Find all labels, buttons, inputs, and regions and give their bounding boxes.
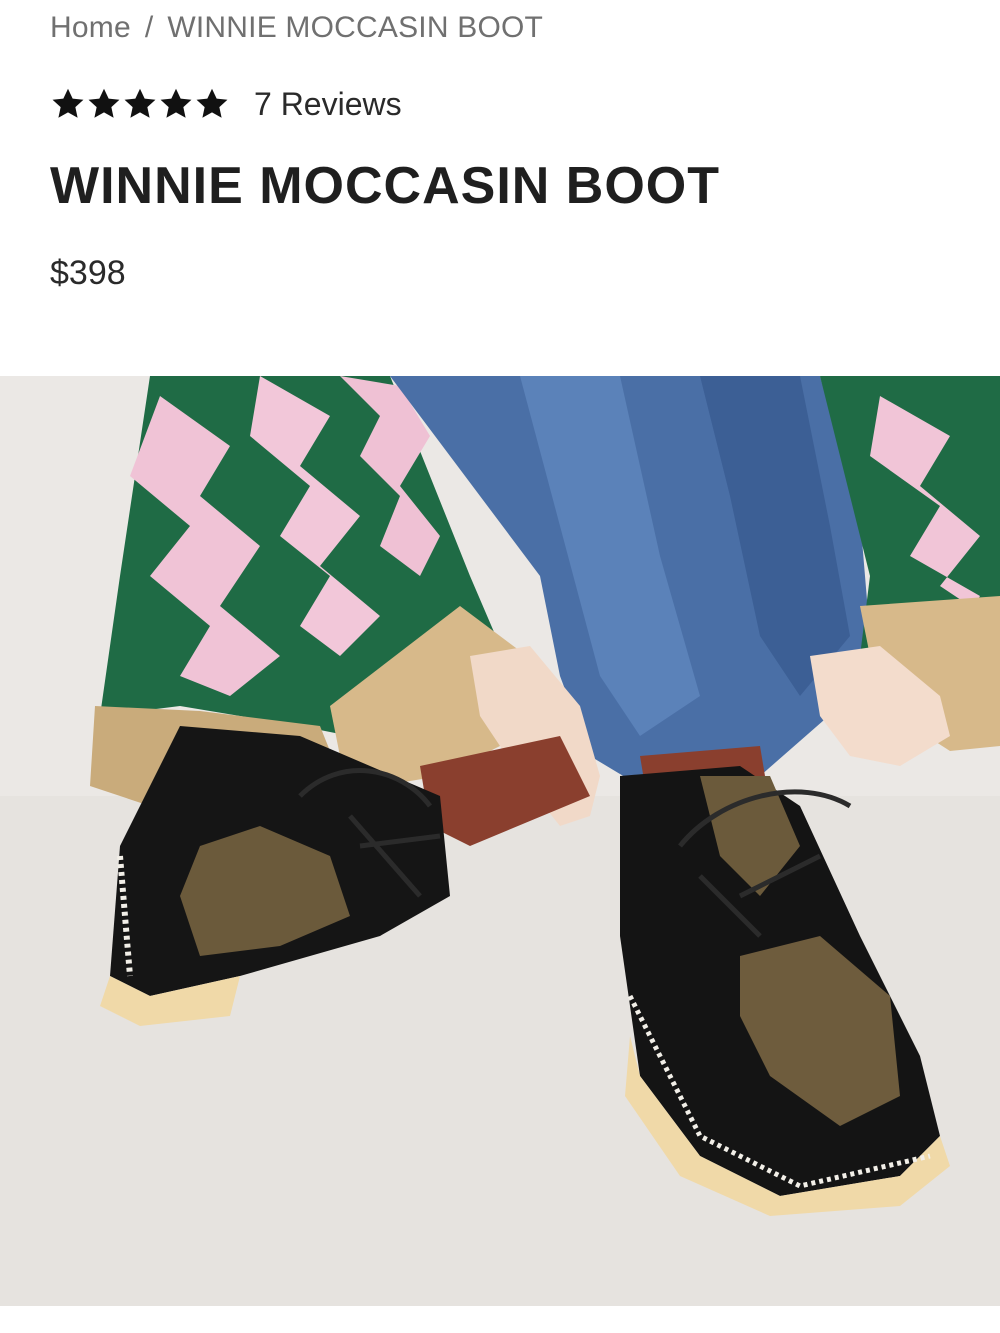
star-icon bbox=[194, 86, 230, 122]
star-icon bbox=[158, 86, 194, 122]
star-icon bbox=[50, 86, 86, 122]
star-icon bbox=[86, 86, 122, 122]
breadcrumb-home-link[interactable]: Home bbox=[50, 11, 131, 45]
breadcrumb: Home / WINNIE MOCCASIN BOOT bbox=[50, 10, 543, 46]
product-rating[interactable]: 7 Reviews bbox=[50, 82, 402, 126]
product-title: WINNIE MOCCASIN BOOT bbox=[50, 157, 720, 215]
breadcrumb-current: WINNIE MOCCASIN BOOT bbox=[167, 11, 544, 44]
rating-stars bbox=[50, 86, 230, 122]
product-photo-illustration bbox=[0, 376, 1000, 1306]
breadcrumb-separator: / bbox=[144, 11, 154, 44]
reviews-link[interactable]: 7 Reviews bbox=[254, 86, 402, 123]
star-icon bbox=[122, 86, 158, 122]
product-price: $398 bbox=[50, 254, 126, 292]
product-image[interactable] bbox=[0, 376, 1000, 1306]
